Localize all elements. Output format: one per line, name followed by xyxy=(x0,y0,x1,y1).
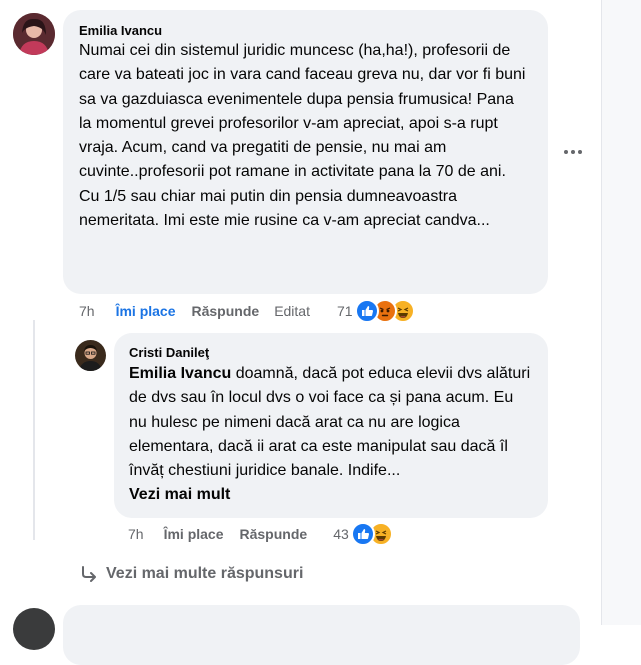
reply-reply-button[interactable]: Răspunde xyxy=(240,526,308,542)
comment-actions: 7h Îmi place Răspunde Editat 71 xyxy=(79,299,415,323)
reply-body: doamnă, dacă pot educa elevii dvs alătur… xyxy=(129,365,531,480)
reply-reactions-summary[interactable]: 43 xyxy=(333,522,393,546)
comment-bubble: Emilia Ivancu Numai cei din sistemul jur… xyxy=(63,10,548,294)
comment-text: Numai cei din sistemul juridic muncesc (… xyxy=(79,42,526,230)
comment-time[interactable]: 7h xyxy=(79,303,95,319)
more-options-icon[interactable] xyxy=(561,140,585,164)
next-comment-avatar[interactable] xyxy=(13,608,55,650)
reply-reaction-count: 43 xyxy=(333,526,349,542)
reply-avatar-photo xyxy=(75,340,106,371)
reply-like-button[interactable]: Îmi place xyxy=(164,526,224,542)
avatar-photo xyxy=(13,13,55,55)
reply-bubble: Cristi Danileţ Emilia Ivancu doamnă, dac… xyxy=(114,333,548,518)
scrollbar[interactable] xyxy=(601,0,641,625)
comment-author[interactable]: Emilia Ivancu xyxy=(79,23,536,39)
reply-text: Emilia Ivancu doamnă, dacă pot educa ele… xyxy=(129,362,534,483)
reply-actions: 7h Îmi place Răspunde 43 xyxy=(128,522,393,546)
reply-arrow-icon xyxy=(80,566,98,582)
like-icon xyxy=(354,299,379,323)
reply-button[interactable]: Răspunde xyxy=(192,303,260,319)
more-replies-label: Vezi mai multe răspunsuri xyxy=(106,565,304,582)
like-button[interactable]: Îmi place xyxy=(116,303,176,319)
like-icon xyxy=(350,522,375,546)
avatar[interactable] xyxy=(13,13,55,55)
more-replies-button[interactable]: Vezi mai multe răspunsuri xyxy=(80,565,303,583)
edited-label: Editat xyxy=(274,303,310,319)
reply-time[interactable]: 7h xyxy=(128,526,144,542)
mention-link[interactable]: Emilia Ivancu xyxy=(129,365,231,382)
thread-line xyxy=(33,320,35,540)
next-comment-bubble xyxy=(63,605,580,665)
reply-avatar[interactable] xyxy=(75,340,106,371)
reactions-summary[interactable]: 71 xyxy=(337,299,415,323)
reply-author[interactable]: Cristi Danileţ xyxy=(129,345,536,361)
see-more-link[interactable]: Vezi mai mult xyxy=(129,483,536,507)
reaction-count: 71 xyxy=(337,303,353,319)
